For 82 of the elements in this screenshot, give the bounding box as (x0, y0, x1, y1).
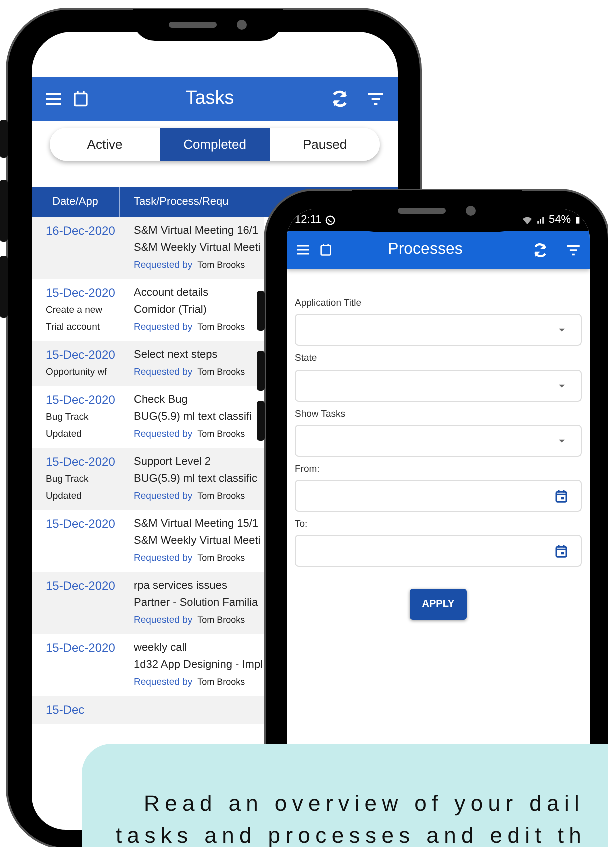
task-text: weekly call (134, 641, 188, 656)
task-text: S&M Virtual Meeting 15/1 (134, 517, 260, 532)
task-text: Account details (134, 286, 210, 301)
date-text: 15-Dec-2020 (46, 347, 116, 364)
chat-bubble-icon (324, 214, 336, 226)
requested-by-label: Requested by (134, 366, 193, 380)
app-name: Create a new (46, 304, 104, 318)
calendar-icon[interactable] (72, 90, 90, 108)
speaker-icon (398, 208, 446, 214)
date-text: 16-Dec-2020 (46, 223, 116, 240)
speaker-icon (169, 22, 217, 28)
app-name: Trial account (46, 321, 102, 335)
caption-text: Read an overview of your dail (144, 790, 585, 818)
requested-by-label: Requested by (134, 676, 193, 690)
task-text: Check Bug (134, 393, 189, 408)
app-name: Updated (46, 428, 83, 442)
calendar-icon[interactable] (554, 544, 569, 559)
app-title: Tasks (184, 86, 236, 111)
camera-icon (237, 20, 247, 30)
battery-icon (574, 214, 582, 226)
field-label: From: (295, 462, 321, 477)
tab[interactable]: Active (50, 128, 160, 161)
task-text: BUG(5.9) ml text classifi (134, 410, 252, 425)
requested-by-label: Requested by (134, 552, 193, 566)
refresh-icon[interactable] (532, 242, 549, 258)
date-text: 15-Dec-2020 (46, 578, 116, 595)
date-text: 15-Dec-2020 (46, 516, 116, 533)
requested-by-label: Requested by (134, 428, 193, 442)
requested-by-label: Requested by (134, 259, 193, 273)
date-text: 15-Dec-2020 (46, 640, 116, 657)
date-field[interactable] (295, 535, 582, 568)
dropdown-field[interactable] (295, 370, 582, 402)
menu-icon[interactable] (295, 242, 311, 258)
app-title: Processes (387, 240, 464, 260)
requester-name: Tom Brooks (198, 428, 246, 441)
task-text: rpa services issues (134, 579, 229, 594)
date-text: 15-Dec-2020 (46, 392, 116, 409)
app-name: Bug Track (46, 411, 90, 425)
task-text: S&M Virtual Meeting 16/1 (134, 224, 260, 239)
battery-percent: 54% (548, 212, 571, 228)
camera-icon (466, 206, 476, 216)
requested-by-label: Requested by (134, 321, 193, 335)
wifi-icon (522, 214, 533, 226)
date-text: 15-Dec-2020 (46, 285, 116, 302)
requester-name: Tom Brooks (198, 490, 246, 503)
clock-text: 12:11 (295, 212, 322, 228)
task-text: Comidor (Trial) (134, 303, 208, 318)
field-label: To: (295, 518, 309, 532)
task-text: S&M Weekly Virtual Meeti (134, 241, 261, 256)
requester-name: Tom Brooks (198, 259, 246, 272)
requester-name: Tom Brooks (198, 552, 246, 565)
dropdown-field[interactable] (295, 314, 582, 346)
dropdown-field[interactable] (295, 424, 582, 457)
requester-name: Tom Brooks (198, 366, 246, 379)
app-name: Updated (46, 490, 83, 504)
task-text: S&M Weekly Virtual Meeti (134, 534, 261, 549)
requester-name: Tom Brooks (198, 614, 246, 627)
app-name: Bug Track (46, 473, 90, 487)
calendar-icon[interactable] (319, 243, 333, 257)
task-text: Partner - Solution Familia (134, 596, 258, 611)
task-text: Select next steps (134, 348, 219, 363)
tab[interactable]: Paused (270, 128, 380, 161)
app-name: Opportunity wf (46, 366, 108, 380)
calendar-icon[interactable] (554, 488, 569, 504)
date-text: 15-Dec (46, 702, 86, 719)
task-text: 1d32 App Designing - Impl (134, 658, 264, 673)
requester-name: Tom Brooks (198, 676, 246, 689)
requested-by-label: Requested by (134, 490, 193, 504)
task-text: BUG(5.9) ml text classific (134, 472, 258, 487)
signal-icon (536, 214, 546, 226)
task-text: Support Level 2 (134, 455, 212, 470)
requested-by-label: Requested by (134, 614, 193, 628)
column-header: Task/Process/Requ (133, 194, 229, 210)
field-label: State (295, 352, 318, 366)
date-field[interactable] (295, 480, 582, 512)
apply-button[interactable]: APPLY (410, 589, 467, 620)
refresh-icon[interactable] (330, 89, 350, 109)
field-label: Application Title (295, 297, 363, 311)
tab[interactable]: Completed (160, 128, 270, 161)
field-label: Show Tasks (295, 408, 347, 422)
requester-name: Tom Brooks (198, 321, 246, 334)
date-text: 15-Dec-2020 (46, 454, 116, 471)
